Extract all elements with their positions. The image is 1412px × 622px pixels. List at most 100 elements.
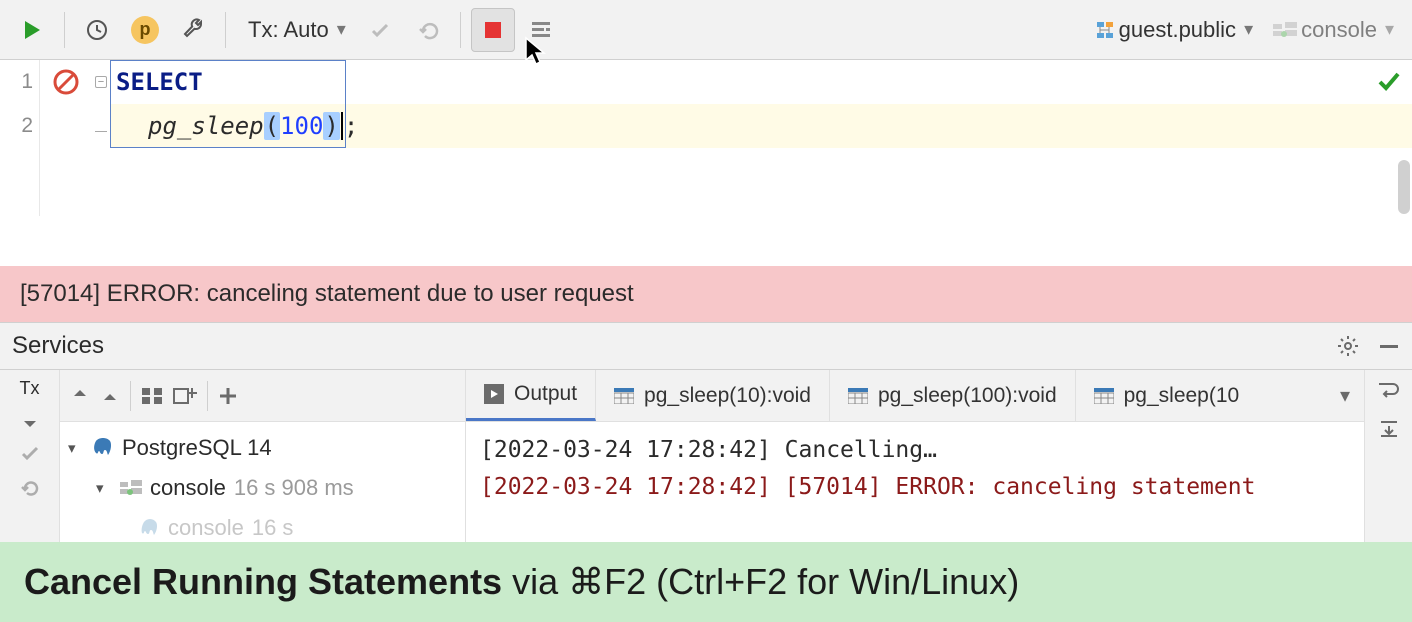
fold-gutter: − [92, 60, 110, 216]
revert-button[interactable] [19, 477, 41, 499]
editor-scrollbar[interactable] [1398, 160, 1410, 214]
console-icon [120, 480, 142, 496]
expand-down-icon[interactable] [70, 388, 90, 404]
output-line: [2022-03-24 17:28:42] Cancelling… [480, 432, 1350, 469]
fold-end-icon [95, 120, 107, 132]
paren-open: ( [264, 112, 280, 140]
tree-child-label: console [168, 515, 244, 541]
settings-button[interactable] [171, 8, 215, 52]
services-panel: Tx ▾ PostgreSQL 14 ▾ co [0, 370, 1412, 562]
wrench-icon [181, 18, 205, 42]
explain-plan-button[interactable] [519, 8, 563, 52]
services-title: Services [12, 332, 104, 360]
tip-rest: via ⌘F2 (Ctrl+F2 for Win/Linux) [502, 561, 1019, 602]
schema-label: guest.public [1115, 17, 1240, 43]
stop-icon [484, 21, 502, 39]
line-number: 2 [0, 104, 39, 148]
tree-session-node[interactable]: ▾ console 16 s 908 ms [68, 468, 457, 508]
add-icon[interactable] [218, 386, 238, 406]
clock-icon [85, 18, 109, 42]
collapse-icon[interactable] [100, 388, 120, 404]
tabs-more-button[interactable]: ▾ [1326, 370, 1364, 421]
error-banner: [57014] ERROR: canceling statement due t… [0, 266, 1412, 322]
paren-close: ) [323, 112, 339, 140]
services-tree[interactable]: ▾ PostgreSQL 14 ▾ console 16 s 908 ms co… [60, 422, 465, 554]
tree-session-label: console [150, 475, 226, 501]
tree-db-label: PostgreSQL 14 [122, 435, 272, 461]
history-button[interactable] [75, 8, 119, 52]
gear-icon [1336, 334, 1360, 358]
table-icon [848, 388, 868, 404]
session-label: console [1297, 17, 1381, 43]
apply-button[interactable] [20, 443, 40, 463]
tx-mode-dropdown[interactable]: Tx: Auto ▾ [236, 17, 354, 43]
tab-output[interactable]: Output [466, 370, 596, 421]
text-caret [341, 112, 343, 140]
output-log[interactable]: [2022-03-24 17:28:42] Cancelling… [2022-… [466, 422, 1364, 516]
sql-keyword: SELECT [116, 68, 203, 96]
services-header: Services [0, 322, 1412, 370]
sql-editor[interactable]: 1 2 − SELECT pg_sleep(100); [0, 60, 1412, 216]
no-entry-icon [53, 69, 79, 95]
tab-result-2-label: pg_sleep(100):void [878, 384, 1057, 408]
tx-label: Tx [20, 378, 40, 399]
services-output-column: Output pg_sleep(10):void pg_sleep(100):v… [466, 370, 1364, 562]
separator [225, 12, 226, 48]
run-button[interactable] [10, 8, 54, 52]
services-tree-column: ▾ PostgreSQL 14 ▾ console 16 s 908 ms co… [60, 370, 466, 562]
services-tree-toolbar [60, 370, 465, 422]
services-hide-button[interactable] [1378, 335, 1400, 357]
annotation-gutter [40, 60, 92, 216]
filter-icon[interactable] [141, 387, 163, 405]
output-run-icon [484, 384, 504, 404]
chevron-down-icon: ▾ [68, 439, 84, 457]
tree-child-time: 16 s [252, 515, 294, 541]
tab-result-3[interactable]: pg_sleep(10 [1076, 370, 1258, 421]
sql-semicolon: ; [344, 112, 358, 140]
soft-wrap-button[interactable] [1377, 380, 1401, 400]
output-tabs: Output pg_sleep(10):void pg_sleep(100):v… [466, 370, 1364, 422]
fold-start-icon[interactable]: − [95, 76, 107, 88]
tx-label: Tx: Auto [244, 17, 333, 43]
postgres-icon [92, 437, 114, 459]
schema-icon [1095, 20, 1115, 40]
chevron-down-icon: ▾ [1240, 19, 1253, 40]
separator [64, 12, 65, 48]
stop-button[interactable] [471, 8, 515, 52]
plan-icon [529, 18, 553, 42]
schema-selector[interactable]: guest.public ▾ [1087, 17, 1261, 43]
chevron-down-icon: ▾ [1381, 19, 1394, 40]
tab-output-label: Output [514, 382, 577, 406]
chevron-down-icon: ▾ [96, 479, 112, 497]
table-icon [614, 388, 634, 404]
tip-bold: Cancel Running Statements [24, 561, 502, 602]
tab-result-1-label: pg_sleep(10):void [644, 384, 811, 408]
rollback-button[interactable] [406, 8, 450, 52]
chevron-down-icon: ▾ [1340, 383, 1350, 408]
tab-result-2[interactable]: pg_sleep(100):void [830, 370, 1076, 421]
line-number: 1 [0, 60, 39, 104]
expand-up-icon[interactable] [20, 413, 40, 429]
tab-result-1[interactable]: pg_sleep(10):void [596, 370, 830, 421]
parameters-button[interactable]: p [123, 8, 167, 52]
code-area[interactable]: SELECT pg_sleep(100); [110, 60, 1412, 216]
line-gutter: 1 2 [0, 60, 40, 216]
minimize-icon [1378, 335, 1400, 357]
new-session-icon[interactable] [173, 386, 197, 406]
table-icon [1094, 388, 1114, 404]
sql-number: 100 [280, 112, 323, 140]
scroll-to-end-button[interactable] [1377, 418, 1401, 438]
chevron-down-icon: ▾ [333, 19, 346, 40]
services-left-gutter: Tx [0, 370, 60, 562]
commit-button[interactable] [358, 8, 402, 52]
output-right-gutter [1364, 370, 1412, 562]
tab-result-3-label: pg_sleep(10 [1124, 384, 1240, 408]
tip-banner: Cancel Running Statements via ⌘F2 (Ctrl+… [0, 542, 1412, 622]
session-selector[interactable]: console ▾ [1265, 17, 1402, 43]
p-badge-icon: p [131, 16, 159, 44]
tree-db-node[interactable]: ▾ PostgreSQL 14 [68, 428, 457, 468]
play-icon [21, 19, 43, 41]
postgres-icon [140, 518, 160, 538]
undo-icon [416, 18, 440, 42]
services-settings-button[interactable] [1336, 334, 1360, 358]
